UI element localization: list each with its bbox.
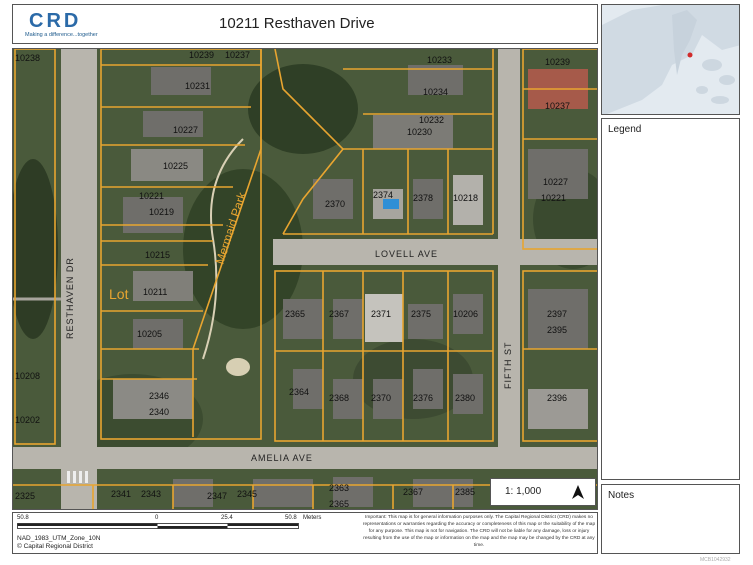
- parcel-label: 10205: [137, 329, 162, 339]
- parcel-label: 10239: [189, 50, 214, 60]
- scale-tick: 0: [155, 515, 159, 521]
- parcel-label: 10232: [419, 115, 444, 125]
- watermark: MCB1042932: [700, 557, 731, 563]
- parcel-label: 2385: [455, 487, 475, 497]
- scale-units: Meters: [303, 515, 322, 521]
- parcel-label: 10221: [541, 193, 566, 203]
- legend-panel: Legend: [601, 118, 740, 480]
- parcel-label: 2340: [149, 407, 169, 417]
- parcel-label: 10221: [139, 191, 164, 201]
- parcel-label: 2395: [547, 325, 567, 335]
- parcel-label: 10231: [185, 81, 210, 91]
- street-label-amelia: AMELIA AVE: [251, 453, 313, 463]
- parcel-label: 10219: [149, 207, 174, 217]
- parcel-label: 2341: [111, 489, 131, 499]
- parcel-label: 10237: [545, 101, 570, 111]
- swimming-pool: [383, 199, 399, 209]
- notes-title: Notes: [608, 490, 635, 501]
- parcel-label: 10230: [407, 127, 432, 137]
- street-label-lovell: LOVELL AVE: [375, 249, 438, 259]
- parcel-label: 2365: [285, 309, 305, 319]
- location-marker: [687, 52, 693, 58]
- park-clearing: [226, 358, 250, 376]
- parcel-label: 2363: [329, 483, 349, 493]
- header-panel: CRD Making a difference...together 10211…: [12, 4, 598, 44]
- parcel-label: 10227: [543, 177, 568, 187]
- parcel-label: 10234: [423, 87, 448, 97]
- parcel-label: 10238: [15, 53, 40, 63]
- scale-box: 1: 1,000: [490, 478, 596, 506]
- parcel-label: 2346: [149, 391, 169, 401]
- parcel-label: 10208: [15, 371, 40, 381]
- parcel-label: 10227: [173, 125, 198, 135]
- parcel-label: 10237: [225, 50, 250, 60]
- parcel-label: 10215: [145, 250, 170, 260]
- scale-tick: 50.8: [17, 515, 29, 521]
- parcel-label: 2378: [413, 193, 433, 203]
- parcel-label: 10239: [545, 57, 570, 67]
- parcel-label: 2364: [289, 387, 309, 397]
- parcel-label: 2367: [403, 487, 423, 497]
- parcel-label: 10225: [163, 161, 188, 171]
- parcel-label: 2374: [373, 190, 393, 200]
- parcel-label: 10202: [15, 415, 40, 425]
- scale-tick: 50.8: [285, 515, 297, 521]
- parcel-label: 2367: [329, 309, 349, 319]
- scale-ratio: 1: 1,000: [505, 486, 542, 497]
- crd-logo: CRD: [29, 10, 81, 30]
- parcel-label: 10211: [143, 287, 167, 297]
- parcel-label: 2325: [15, 491, 35, 501]
- parcel-label: 2370: [325, 199, 345, 209]
- parcel-label: 10233: [427, 55, 452, 65]
- page-title: 10211 Resthaven Drive: [219, 15, 375, 32]
- parcel-label: 2365: [329, 499, 349, 509]
- tagline: Making a difference...together: [25, 32, 98, 38]
- legend-title: Legend: [608, 124, 642, 135]
- inset-locator-map: [601, 4, 740, 115]
- notes-panel: Notes: [601, 484, 740, 554]
- parcel-label: 10218: [453, 193, 478, 203]
- scale-tick: 25.4: [221, 515, 233, 521]
- footer-panel: 50.8 0 25.4 50.8 Meters NAD_1983_UTM_Zon…: [12, 512, 598, 554]
- parcel-label: 2371: [371, 309, 391, 319]
- lot-label: Lot: [109, 286, 129, 302]
- disclaimer-text: Important: This map is for general infor…: [362, 515, 596, 548]
- copyright-text: © Capital Regional District: [17, 543, 93, 550]
- parcel-label: 2380: [455, 393, 475, 403]
- parcel-label: 2345: [237, 489, 257, 499]
- inset-map-canvas: [602, 5, 739, 114]
- parcel-label: 2375: [411, 309, 431, 319]
- street-label-resthaven: RESTHAVEN DR: [65, 257, 75, 339]
- parcel-label: 2368: [329, 393, 349, 403]
- map-canvas[interactable]: 10238 10239 10237 10231 10227 10225 1022…: [13, 49, 598, 510]
- parcel-label: 10206: [453, 309, 478, 319]
- parcel-label: 2397: [547, 309, 567, 319]
- parcel-label: 2343: [141, 489, 161, 499]
- aerial-map[interactable]: 10238 10239 10237 10231 10227 10225 1022…: [12, 48, 598, 510]
- street-label-fifth: FIFTH ST: [503, 342, 513, 390]
- parcel-label: 2347: [207, 491, 227, 501]
- parcel-label: 2376: [413, 393, 433, 403]
- north-arrow-icon: [572, 485, 584, 499]
- parcel-label: 2370: [371, 393, 391, 403]
- parcel-label: 2396: [547, 393, 567, 403]
- scale-bar: [17, 523, 299, 529]
- projection-text: NAD_1983_UTM_Zone_10N: [17, 535, 101, 542]
- logo-text: CRD: [29, 10, 81, 30]
